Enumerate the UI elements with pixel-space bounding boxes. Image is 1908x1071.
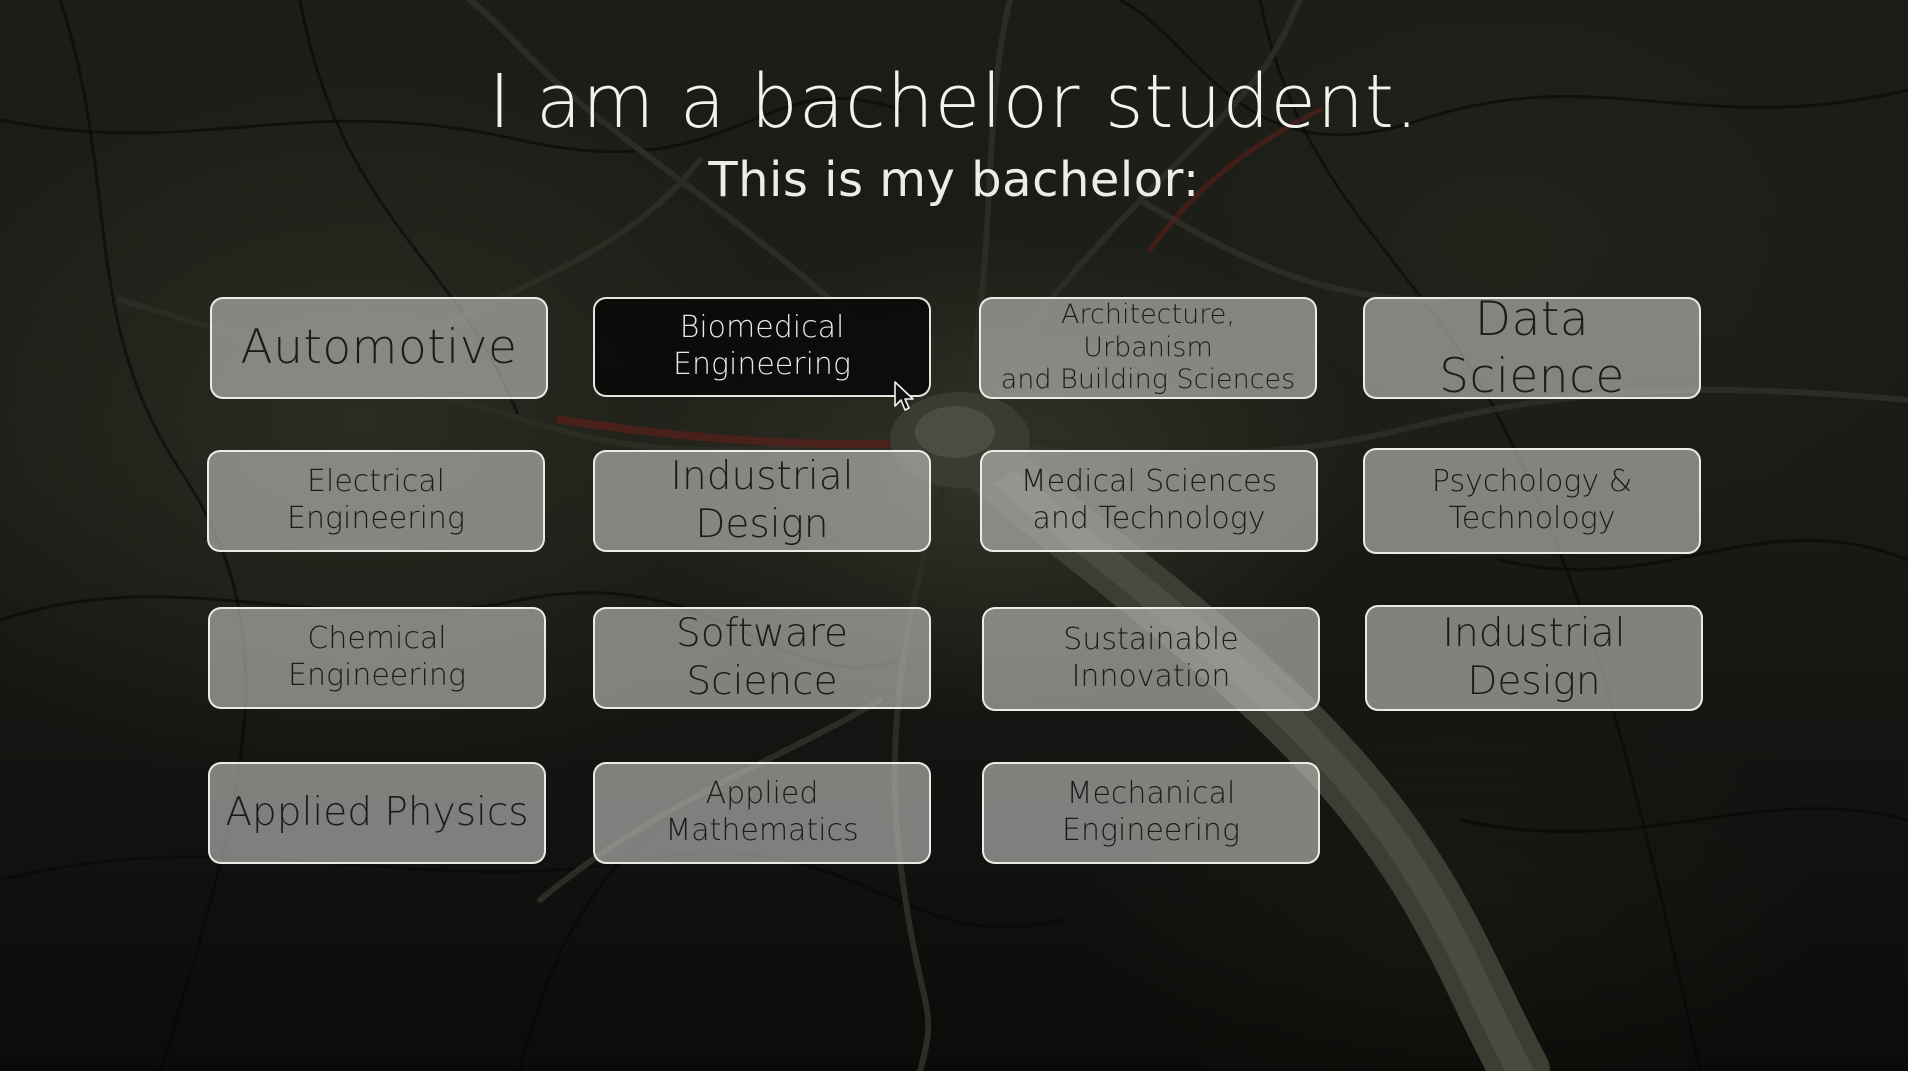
program-button-medical-sciences-and-technology[interactable]: Medical Sciences and Technology <box>980 450 1318 552</box>
program-button-architecture-urbanism-building-sciences[interactable]: Architecture, Urbanism and Building Scie… <box>979 297 1317 399</box>
program-button-mechanical-engineering[interactable]: Mechanical Engineering <box>982 762 1320 864</box>
program-button-data-science[interactable]: Data Science <box>1363 292 1701 404</box>
program-button-biomedical-engineering[interactable]: Biomedical Engineering <box>593 297 931 397</box>
program-button-automotive[interactable]: Automotive <box>210 297 548 399</box>
program-button-chemical-engineering[interactable]: Chemical Engineering <box>208 607 546 709</box>
program-button-applied-physics[interactable]: Applied Physics <box>208 762 546 864</box>
page-title: I am a bachelor student. <box>488 59 1420 145</box>
program-button-software-science[interactable]: Software Science <box>593 607 931 709</box>
program-button-sustainable-innovation[interactable]: Sustainable Innovation <box>982 607 1320 711</box>
program-button-applied-mathematics[interactable]: Applied Mathematics <box>593 762 931 864</box>
program-button-psychology-and-technology[interactable]: Psychology & Technology <box>1363 448 1701 554</box>
bachelor-selection-screen: I am a bachelor student. This is my bach… <box>0 0 1908 1071</box>
page-subtitle: This is my bachelor: <box>708 152 1200 208</box>
program-button-industrial-design-2[interactable]: Industrial Design <box>1365 605 1703 711</box>
mouse-pointer-icon <box>894 381 914 411</box>
program-button-electrical-engineering[interactable]: Electrical Engineering <box>207 450 545 552</box>
program-button-industrial-design[interactable]: Industrial Design <box>593 450 931 552</box>
